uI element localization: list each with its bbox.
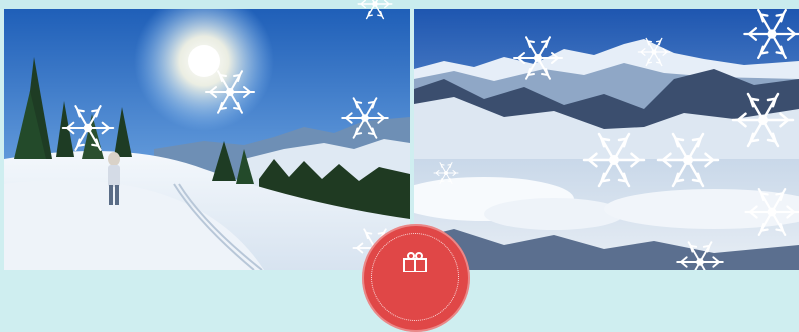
top-strip: [0, 0, 799, 9]
snowy-slope-photo: [4, 9, 410, 270]
badge-ring: [371, 233, 459, 321]
mountain-panorama-photo: [414, 9, 799, 270]
gift-icon: [403, 252, 427, 272]
gift-badge-button[interactable]: [362, 224, 470, 332]
